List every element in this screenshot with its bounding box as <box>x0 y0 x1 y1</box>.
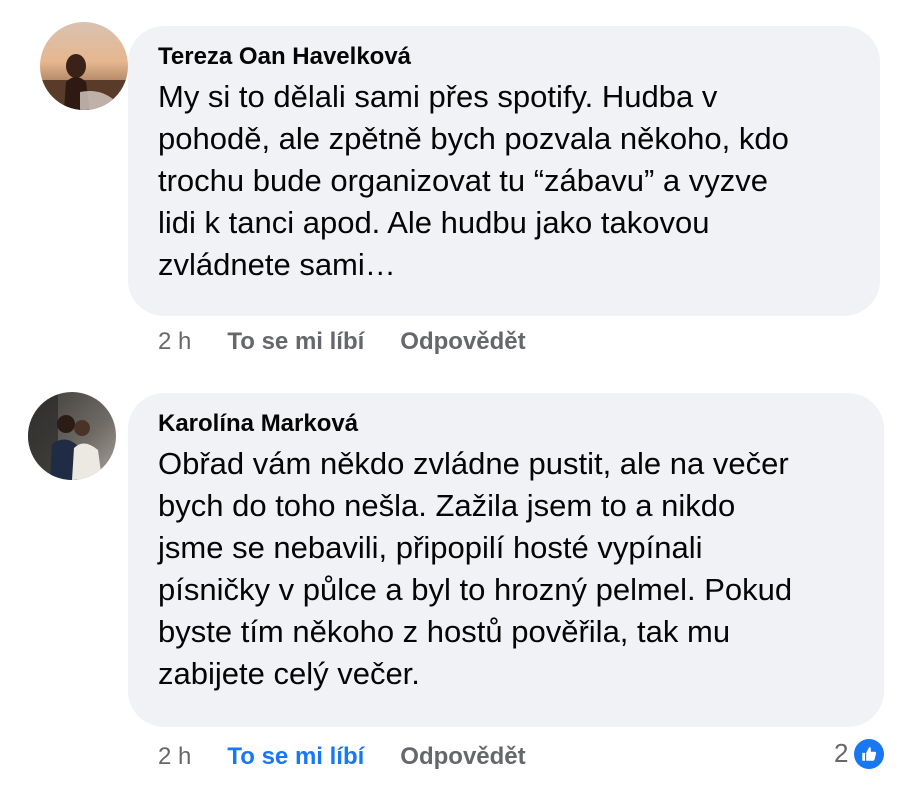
comment-text-line: písničky v půlce a byl to hrozný pelmel.… <box>158 572 793 607</box>
avatar-photo <box>28 392 116 480</box>
thumbs-up-icon <box>854 738 885 769</box>
comment-actions: 2 h To se mi líbí Odpovědět <box>158 322 562 362</box>
comment-text-line: trochu bude organizovat tu “zábavu” a vy… <box>158 163 769 198</box>
comment-text-line: bych do toho nešla. Zažila jsem to a nik… <box>158 488 736 523</box>
comment-text-line: My si to dělali sami přes spotify. Hudba… <box>158 79 718 114</box>
like-button[interactable]: To se mi líbí <box>227 328 364 356</box>
comment-text-line: Obřad vám někdo zvládne pustit, ale na v… <box>158 446 789 481</box>
avatar-photo <box>40 22 128 110</box>
reply-button[interactable]: Odpovědět <box>400 743 525 771</box>
avatar[interactable] <box>28 392 116 480</box>
comment-text-line: zvládnete sami… <box>158 247 396 282</box>
comment-timestamp[interactable]: 2 h <box>158 743 191 771</box>
comment-text-line: zabijete celý večer. <box>158 656 420 691</box>
comment-text-line: pohodě, ale zpětně bych pozvala někoho, … <box>158 121 789 156</box>
reply-button[interactable]: Odpovědět <box>400 328 525 356</box>
comment-text-line: jsme se nebavili, připopilí hosté vypína… <box>158 530 703 565</box>
comment-actions: 2 h To se mi líbí Odpovědět <box>158 737 562 777</box>
like-button[interactable]: To se mi líbí <box>227 743 364 771</box>
comment-bubble: Tereza Oan Havelková My si to dělali sam… <box>128 26 880 316</box>
comment-author[interactable]: Tereza Oan Havelková <box>158 42 850 72</box>
comment-bubble: Karolína Marková Obřad vám někdo zvládne… <box>128 393 884 727</box>
reaction-summary[interactable]: 2 <box>834 738 885 769</box>
comment-author[interactable]: Karolína Marková <box>158 409 854 439</box>
avatar[interactable] <box>40 22 128 110</box>
reaction-count: 2 <box>834 738 849 768</box>
comment-text: My si to dělali sami přes spotify. Hudba… <box>158 76 850 286</box>
comment-text-line: lidi k tanci apod. Ale hudbu jako takovo… <box>158 205 710 240</box>
comment-text-line: byste tím někoho z hostů pověřila, tak m… <box>158 614 731 649</box>
comment-timestamp[interactable]: 2 h <box>158 328 191 356</box>
comment-text: Obřad vám někdo zvládne pustit, ale na v… <box>158 443 854 695</box>
